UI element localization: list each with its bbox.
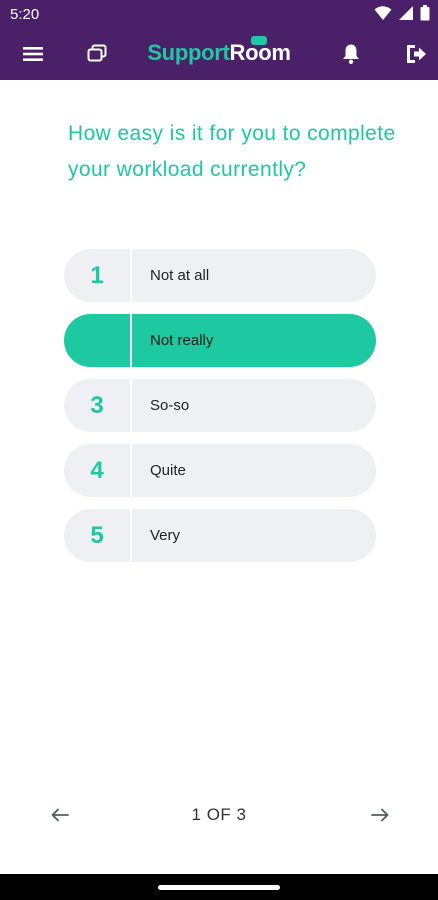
- logout-button[interactable]: [400, 38, 432, 70]
- answer-options: 1 Not at all 2 Not really 3 So-so 4 Quit…: [64, 249, 376, 574]
- option-label: Very: [150, 527, 181, 544]
- arrow-right-icon: [371, 808, 389, 822]
- cellular-signal-icon: [399, 6, 413, 20]
- battery-icon: [420, 5, 430, 21]
- option-number: 4: [64, 444, 132, 497]
- bell-icon: [343, 44, 359, 64]
- survey-question: How easy is it for you to complete your …: [68, 122, 396, 181]
- status-bar: 5:20: [0, 0, 438, 28]
- option-5[interactable]: 5 Very: [64, 509, 376, 562]
- option-number: 2: [64, 314, 132, 367]
- app-header: Support Room: [0, 28, 438, 80]
- option-3[interactable]: 3 So-so: [64, 379, 376, 432]
- option-4[interactable]: 4 Quite: [64, 444, 376, 497]
- option-label: Quite: [150, 462, 186, 479]
- option-label: So-so: [150, 397, 190, 414]
- option-number: 3: [64, 379, 132, 432]
- logo-text-support: Support: [147, 40, 230, 65]
- system-nav-bar: [0, 874, 438, 900]
- next-button[interactable]: [366, 803, 394, 827]
- wifi-icon: [374, 6, 392, 20]
- option-label: Not really: [150, 332, 214, 349]
- option-label: Not at all: [150, 267, 210, 284]
- option-number: 5: [64, 509, 132, 562]
- pager: 1 OF 3: [0, 795, 438, 835]
- option-1[interactable]: 1 Not at all: [64, 249, 376, 302]
- logo-bubble-icon: [250, 36, 267, 45]
- logout-icon: [407, 45, 426, 63]
- status-icons: [374, 5, 430, 21]
- home-gesture-handle[interactable]: [158, 885, 280, 890]
- status-time: 5:20: [10, 6, 40, 23]
- option-number: 1: [64, 249, 132, 302]
- notifications-button[interactable]: [335, 38, 367, 70]
- app-logo: Support Room: [0, 36, 438, 66]
- option-2[interactable]: 2 Not really: [64, 314, 376, 367]
